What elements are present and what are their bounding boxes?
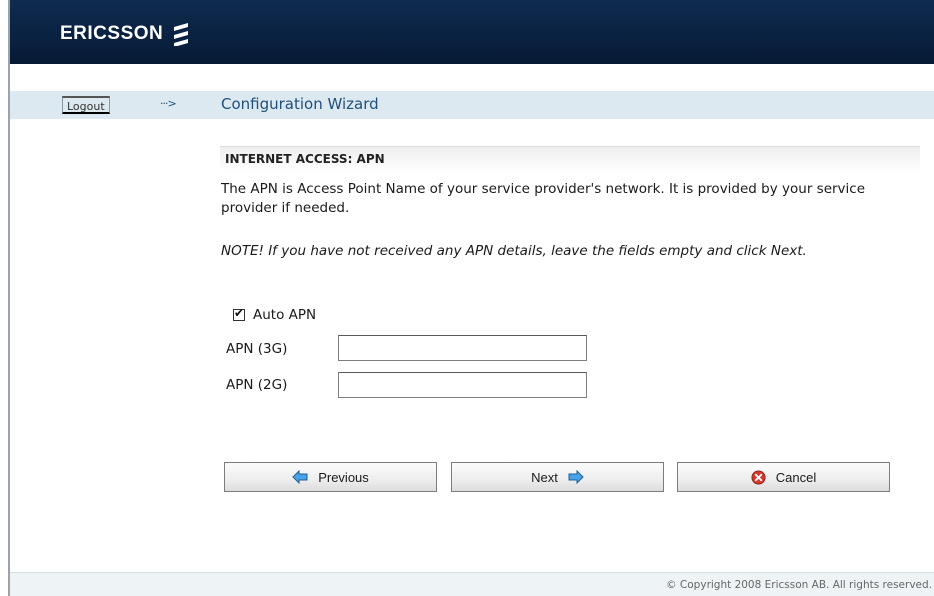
- cancel-label: Cancel: [775, 469, 817, 485]
- brand-name: ERICSSON: [60, 23, 164, 44]
- cancel-icon: [751, 469, 766, 485]
- ericsson-logo-icon: [174, 23, 189, 46]
- apn-2g-label: APN (2G): [226, 377, 288, 393]
- auto-apn-checkbox[interactable]: ✔: [233, 306, 245, 321]
- logout-link[interactable]: Logout: [62, 96, 110, 114]
- cancel-button[interactable]: Cancel: [677, 462, 890, 492]
- note-text: NOTE! If you have not received any APN d…: [221, 243, 807, 259]
- arrow-right-icon: [568, 470, 584, 484]
- auto-apn-label: Auto APN: [253, 307, 317, 323]
- section-header: INTERNET ACCESS: APN: [220, 146, 920, 172]
- previous-label: Previous: [318, 469, 369, 485]
- page-title: Configuration Wizard: [221, 95, 379, 113]
- footer-bar: © Copyright 2008 Ericsson AB. All rights…: [10, 572, 934, 596]
- apn-3g-input[interactable]: [338, 335, 587, 361]
- nav-arrow-icon: ···>: [160, 97, 177, 110]
- auto-apn-option[interactable]: ✔ Auto APN: [233, 306, 317, 323]
- checkmark-icon: ✔: [234, 306, 245, 320]
- nav-bar: Logout ···> Configuration Wizard: [10, 91, 934, 119]
- previous-button[interactable]: Previous: [224, 462, 437, 492]
- brand-logo: ERICSSON: [60, 22, 191, 46]
- section-title: INTERNET ACCESS: APN: [225, 152, 385, 166]
- header-bar: ERICSSON: [10, 0, 934, 64]
- apn-2g-input[interactable]: [338, 372, 587, 398]
- description-text: The APN is Access Point Name of your ser…: [221, 181, 866, 216]
- next-label: Next: [531, 469, 558, 485]
- apn-3g-label: APN (3G): [226, 341, 288, 357]
- arrow-left-icon: [292, 470, 308, 484]
- copyright-text: © Copyright 2008 Ericsson AB. All rights…: [666, 579, 932, 591]
- next-button[interactable]: Next: [451, 462, 664, 492]
- left-border: [8, 0, 10, 596]
